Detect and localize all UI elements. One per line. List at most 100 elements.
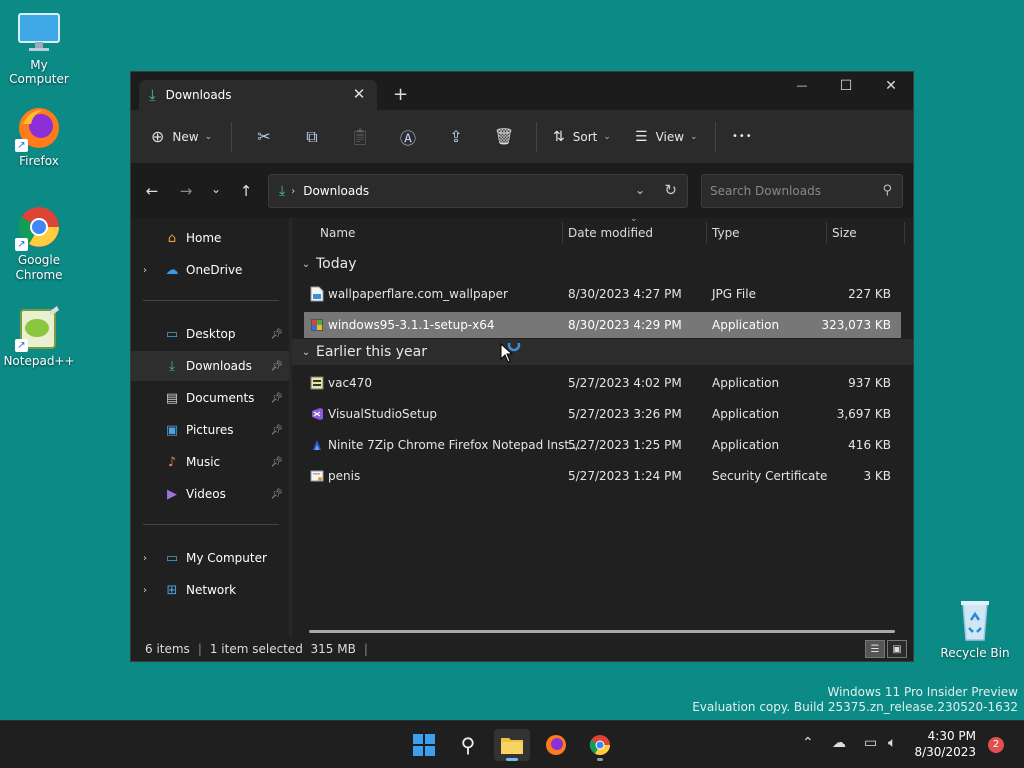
address-dropdown-icon[interactable]: ⌄ xyxy=(635,183,645,197)
pin-icon[interactable]: 📌︎ xyxy=(270,361,283,372)
network-icon: ⊞ xyxy=(166,582,178,598)
delete-icon[interactable]: 🗑︎ xyxy=(480,127,528,146)
show-hidden-icons-chevron-icon[interactable]: ⌃ xyxy=(802,735,814,751)
file-row[interactable]: penis 5/27/2023 1:24 PM Security Certifi… xyxy=(304,463,901,489)
view-icon: ☰ xyxy=(635,128,648,145)
sidebar-item-documents[interactable]: ▤ Documents 📌︎ xyxy=(131,383,289,413)
search-box[interactable]: ⚲ xyxy=(701,174,903,208)
sort-button[interactable]: ⇅ Sort ⌄ xyxy=(545,129,623,145)
column-header-date[interactable]: Date modified xyxy=(568,218,653,248)
group-header-today[interactable]: ⌄ Today xyxy=(292,251,913,277)
file-row[interactable]: vac470 5/27/2023 4:02 PM Application 937… xyxy=(304,370,901,396)
desktop-icon-label: Notepad++ xyxy=(3,354,75,368)
recent-chevron-icon[interactable]: ⌄ xyxy=(205,182,227,196)
search-taskbar-button[interactable]: ⚲ xyxy=(450,729,486,761)
details-view-icon[interactable]: ☰ xyxy=(865,640,885,658)
rename-icon[interactable]: Ⓐ xyxy=(384,125,432,149)
pin-icon[interactable]: 📌︎ xyxy=(270,329,283,340)
evaluation-watermark: Windows 11 Pro Insider Preview Evaluatio… xyxy=(692,685,1018,714)
column-separator[interactable] xyxy=(706,222,707,244)
taskbar-chrome[interactable] xyxy=(582,729,618,761)
breadcrumb-separator-icon: › xyxy=(291,185,296,197)
selection-info: 1 item selected 315 MB xyxy=(209,642,356,656)
sidebar-item-home[interactable]: ⌂ Home xyxy=(131,223,289,253)
back-arrow-icon[interactable]: ← xyxy=(141,182,163,200)
desktop-icon-notepadpp[interactable]: ↗ Notepad++ xyxy=(0,304,78,368)
sidebar-item-downloads[interactable]: ⤓ Downloads 📌︎ xyxy=(131,351,289,381)
visual-studio-icon xyxy=(312,408,323,420)
taskbar-firefox[interactable] xyxy=(538,729,574,761)
share-icon[interactable]: ⇪ xyxy=(432,127,480,146)
minimize-button[interactable]: — xyxy=(779,72,825,102)
group-header-earlier-this-year[interactable]: ⌄ Earlier this year xyxy=(292,339,913,365)
sidebar-item-videos[interactable]: ▶ Videos 📌︎ xyxy=(131,479,289,509)
sort-label: Sort xyxy=(572,129,598,144)
busy-cursor-icon xyxy=(500,338,524,370)
tab-downloads[interactable]: ⤓ Downloads ✕ xyxy=(139,80,377,110)
chevron-down-icon: ⌄ xyxy=(204,131,213,142)
onedrive-offline-icon[interactable]: ☁ xyxy=(832,735,846,751)
horizontal-scrollbar[interactable] xyxy=(309,630,895,633)
maximize-button[interactable]: ☐ xyxy=(823,72,869,102)
address-bar[interactable]: ⤓ › Downloads ⌄ ↻ xyxy=(268,174,688,208)
file-row[interactable]: Ninite 7Zip Chrome Firefox Notepad Inst.… xyxy=(304,432,901,458)
copy-icon[interactable]: ⧉ xyxy=(288,127,336,147)
more-options-button[interactable]: ••• xyxy=(724,131,753,142)
desktop-icon-firefox[interactable]: ↗ Firefox xyxy=(0,104,78,168)
file-row-selected[interactable]: windows95-3.1.1-setup-x64 8/30/2023 4:29… xyxy=(304,312,901,338)
column-separator[interactable] xyxy=(904,222,905,244)
ninite-app-icon xyxy=(313,440,321,450)
pin-icon[interactable]: 📌︎ xyxy=(270,425,283,436)
close-window-button[interactable]: ✕ xyxy=(868,72,914,102)
download-icon: ⤓ xyxy=(169,358,175,374)
sidebar-item-desktop[interactable]: ▭ Desktop 📌︎ xyxy=(131,319,289,349)
sidebar-item-music[interactable]: ♪ Music 📌︎ xyxy=(131,447,289,477)
sidebar-item-network[interactable]: › ⊞ Network xyxy=(131,575,289,605)
network-status-icon[interactable]: ▭ xyxy=(864,735,877,751)
pin-icon[interactable]: 📌︎ xyxy=(270,457,283,468)
desktop-icon-my-computer[interactable]: My Computer xyxy=(0,8,78,86)
column-header-type[interactable]: Type xyxy=(712,218,740,248)
pin-icon[interactable]: 📌︎ xyxy=(270,393,283,404)
column-header-name[interactable]: Name xyxy=(320,218,355,248)
expand-chevron-icon[interactable]: › xyxy=(143,265,147,276)
column-separator[interactable] xyxy=(562,222,563,244)
image-file-icon xyxy=(310,286,324,302)
large-icons-view-icon[interactable]: ▣ xyxy=(887,640,907,658)
cut-icon[interactable]: ✂ xyxy=(240,127,288,146)
breadcrumb-downloads[interactable]: Downloads xyxy=(303,184,369,198)
status-bar: 6 items | 1 item selected 315 MB | ☰ ▣ xyxy=(131,637,913,661)
column-header-size[interactable]: Size xyxy=(832,218,857,248)
clock-time: 4:30 PM xyxy=(927,729,976,743)
volume-icon[interactable]: 🔈︎ xyxy=(888,735,896,751)
sidebar-item-my-computer[interactable]: › ▭ My Computer xyxy=(131,543,289,573)
pin-icon[interactable]: 📌︎ xyxy=(270,489,283,500)
column-separator[interactable] xyxy=(826,222,827,244)
search-icon: ⚲ xyxy=(882,183,892,198)
forward-arrow-icon[interactable]: → xyxy=(175,182,197,200)
desktop-icon-recycle-bin[interactable]: Recycle Bin xyxy=(936,596,1014,660)
up-arrow-icon[interactable]: ↑ xyxy=(235,182,257,200)
sidebar-item-onedrive[interactable]: › ☁ OneDrive xyxy=(131,255,289,285)
system-clock[interactable]: 4:30 PM 8/30/2023 xyxy=(914,728,976,760)
start-button[interactable] xyxy=(406,729,442,761)
sidebar-item-pictures[interactable]: ▣ Pictures 📌︎ xyxy=(131,415,289,445)
home-icon: ⌂ xyxy=(167,230,177,246)
notification-badge[interactable]: 2 xyxy=(988,737,1004,753)
file-row[interactable]: VisualStudioSetup 5/27/2023 3:26 PM Appl… xyxy=(304,401,901,427)
firefox-icon xyxy=(546,735,566,755)
expand-chevron-icon[interactable]: › xyxy=(143,585,147,596)
view-toggle: ☰ ▣ xyxy=(865,640,907,658)
document-icon: ▤ xyxy=(165,390,179,406)
desktop-icon-chrome[interactable]: ↗ Google Chrome xyxy=(0,203,78,283)
taskbar-file-explorer[interactable] xyxy=(494,729,530,761)
new-button[interactable]: ⊕ New ⌄ xyxy=(151,127,223,146)
search-input[interactable] xyxy=(702,175,872,207)
view-button[interactable]: ☰ View ⌄ xyxy=(623,129,707,145)
expand-chevron-icon[interactable]: › xyxy=(143,553,147,564)
refresh-icon[interactable]: ↻ xyxy=(664,181,677,199)
paste-icon[interactable]: 📋︎ xyxy=(336,127,384,146)
new-tab-button[interactable]: + xyxy=(393,84,408,105)
file-row[interactable]: wallpaperflare.com_wallpaper 8/30/2023 4… xyxy=(304,281,901,307)
close-tab-icon[interactable]: ✕ xyxy=(349,85,369,103)
